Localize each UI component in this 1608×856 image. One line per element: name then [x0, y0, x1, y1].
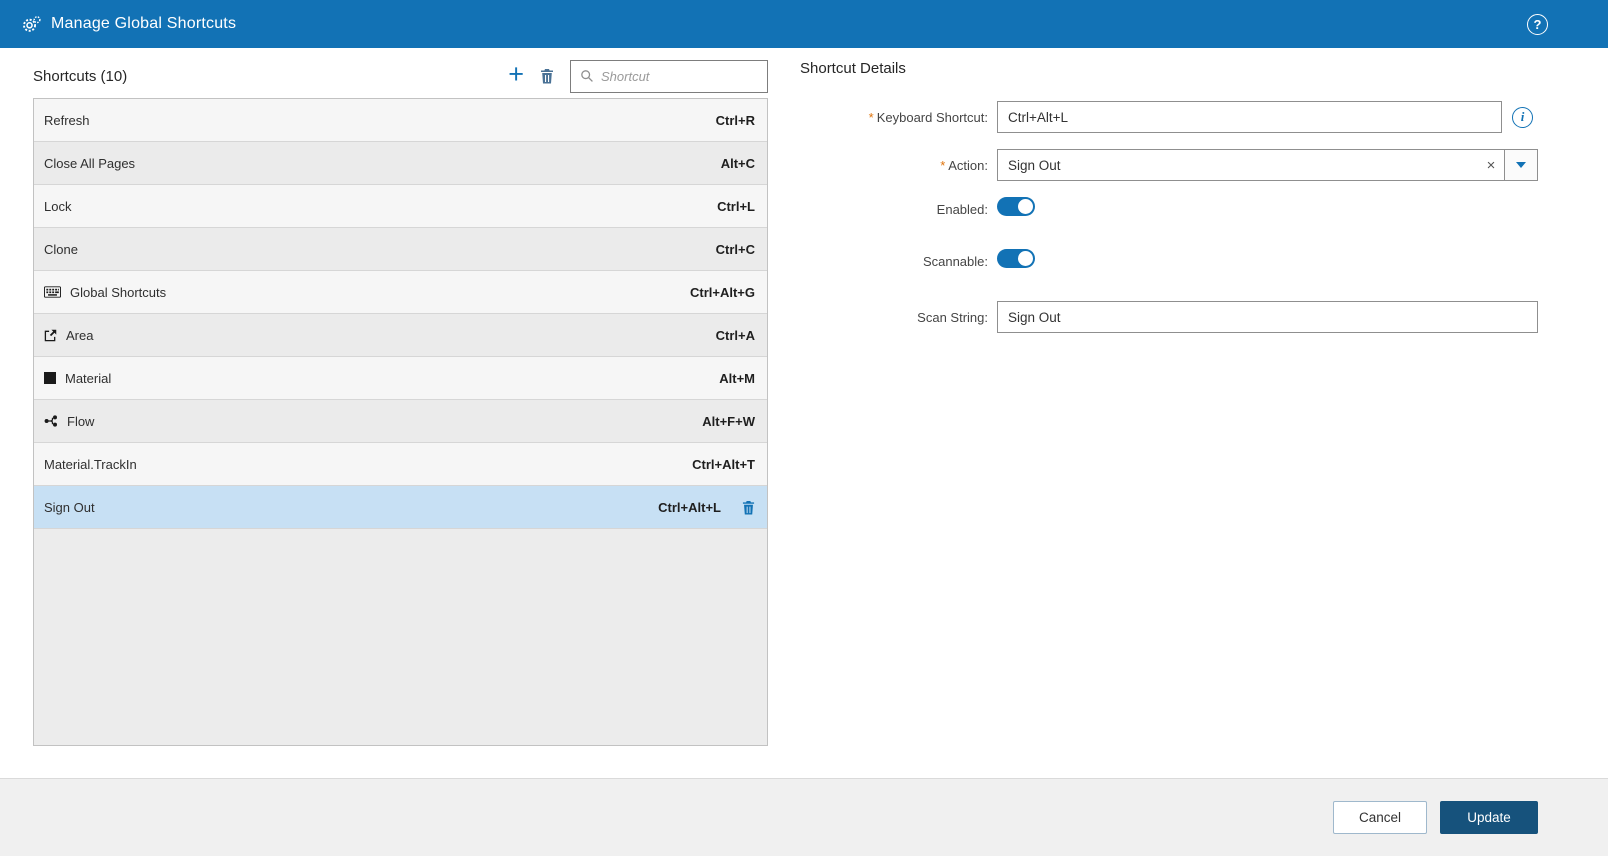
footer-bar: Cancel Update: [0, 778, 1608, 856]
enabled-row: Enabled:: [800, 197, 1538, 221]
scannable-row: Scannable:: [800, 249, 1538, 273]
action-row: *Action: ×: [800, 149, 1538, 181]
shortcut-keys: Alt+C: [720, 155, 755, 171]
list-item[interactable]: Global Shortcuts Ctrl+Alt+G: [34, 271, 767, 314]
update-button[interactable]: Update: [1440, 801, 1538, 834]
trash-icon: [742, 500, 755, 514]
area-icon: [44, 329, 57, 342]
shortcut-keys: Alt+M: [719, 370, 755, 386]
shortcut-label: Area: [66, 327, 94, 343]
page-title: Manage Global Shortcuts: [51, 15, 237, 32]
keyboard-shortcut-input[interactable]: [997, 101, 1502, 133]
scan-string-label: Scan String:: [917, 309, 988, 325]
search-input[interactable]: [601, 68, 758, 84]
scan-string-input[interactable]: [997, 301, 1538, 333]
keyboard-shortcut-label: * Keyboard Shortcut:: [868, 109, 988, 125]
enabled-label: Enabled:: [936, 201, 988, 217]
delete-shortcut-button[interactable]: [540, 68, 554, 84]
list-item-selected[interactable]: Sign Out Ctrl+Alt+L: [34, 486, 767, 529]
trash-icon: [541, 69, 553, 84]
toggle-knob: [1018, 199, 1033, 214]
scannable-toggle[interactable]: [997, 249, 1035, 268]
list-item[interactable]: Material Alt+M: [34, 357, 767, 400]
list-item[interactable]: Flow Alt+F+W: [34, 400, 767, 443]
required-marker: *: [940, 157, 946, 173]
shortcut-label: Refresh: [44, 112, 90, 128]
action-input[interactable]: [998, 150, 1478, 180]
details-title: Shortcut Details: [800, 60, 906, 77]
shortcut-keys: Ctrl+R: [715, 112, 755, 128]
search-icon: [580, 69, 594, 83]
shortcuts-count-title: Shortcuts (10): [33, 67, 128, 85]
shortcut-label: Sign Out: [44, 499, 95, 515]
main-content: Shortcuts (10) + Refresh Ct: [0, 48, 1608, 778]
flow-icon: [44, 414, 58, 428]
shortcut-keys: Alt+F+W: [702, 413, 755, 429]
material-icon: [44, 372, 56, 384]
shortcuts-list: Refresh Ctrl+R Close All Pages Alt+C Loc…: [33, 98, 768, 746]
shortcut-details-panel: Shortcut Details *Keyboard Shortcut: i *…: [800, 48, 1538, 778]
list-item[interactable]: Material.TrackIn Ctrl+Alt+T: [34, 443, 767, 486]
shortcut-keys: Ctrl+L: [717, 198, 755, 214]
action-combobox: ×: [997, 149, 1538, 181]
delete-row-button[interactable]: [742, 500, 755, 515]
keyboard-shortcut-row: *Keyboard Shortcut: i: [800, 101, 1538, 133]
shortcut-label: Clone: [44, 241, 78, 257]
list-item[interactable]: Lock Ctrl+L: [34, 185, 767, 228]
shortcut-label: Flow: [67, 413, 95, 429]
shortcut-label: Global Shortcuts: [70, 284, 167, 300]
info-icon[interactable]: i: [1512, 106, 1533, 128]
enabled-toggle[interactable]: [997, 197, 1035, 216]
shortcuts-toolbar: Shortcuts (10) +: [33, 48, 768, 98]
list-item[interactable]: Close All Pages Alt+C: [34, 142, 767, 185]
keyboard-icon: [44, 286, 61, 298]
cancel-button[interactable]: Cancel: [1333, 801, 1427, 834]
required-marker: *: [868, 109, 874, 125]
shortcut-keys: Ctrl+Alt+G: [689, 284, 755, 300]
shortcuts-panel: Shortcuts (10) + Refresh Ct: [33, 48, 768, 778]
chevron-down-icon: [1516, 162, 1526, 168]
scan-string-row: Scan String:: [800, 301, 1538, 333]
shortcut-search-box: [570, 59, 768, 93]
toggle-knob: [1018, 251, 1033, 266]
list-item[interactable]: Refresh Ctrl+R: [34, 99, 767, 142]
cogs-icon: [22, 15, 41, 34]
shortcut-keys: Ctrl+C: [715, 241, 755, 257]
shortcut-keys: Ctrl+Alt+L: [658, 499, 721, 515]
shortcut-label: Material.TrackIn: [44, 456, 137, 472]
action-label: * Action:: [940, 157, 988, 173]
dropdown-button[interactable]: [1504, 150, 1537, 180]
keyboard-shortcut-field: i: [997, 101, 1538, 133]
clear-icon[interactable]: ×: [1478, 150, 1504, 180]
shortcut-label: Close All Pages: [44, 155, 136, 171]
list-item[interactable]: Clone Ctrl+C: [34, 228, 767, 271]
list-item[interactable]: Area Ctrl+A: [34, 314, 767, 357]
title-bar: Manage Global Shortcuts ?: [0, 0, 1608, 48]
help-icon[interactable]: ?: [1527, 13, 1548, 35]
add-shortcut-button[interactable]: +: [508, 61, 524, 88]
scannable-label: Scannable:: [922, 253, 988, 269]
shortcut-label: Material: [65, 370, 112, 386]
shortcut-label: Lock: [44, 198, 72, 214]
shortcut-keys: Ctrl+A: [715, 327, 755, 343]
shortcut-keys: Ctrl+Alt+T: [692, 456, 755, 472]
